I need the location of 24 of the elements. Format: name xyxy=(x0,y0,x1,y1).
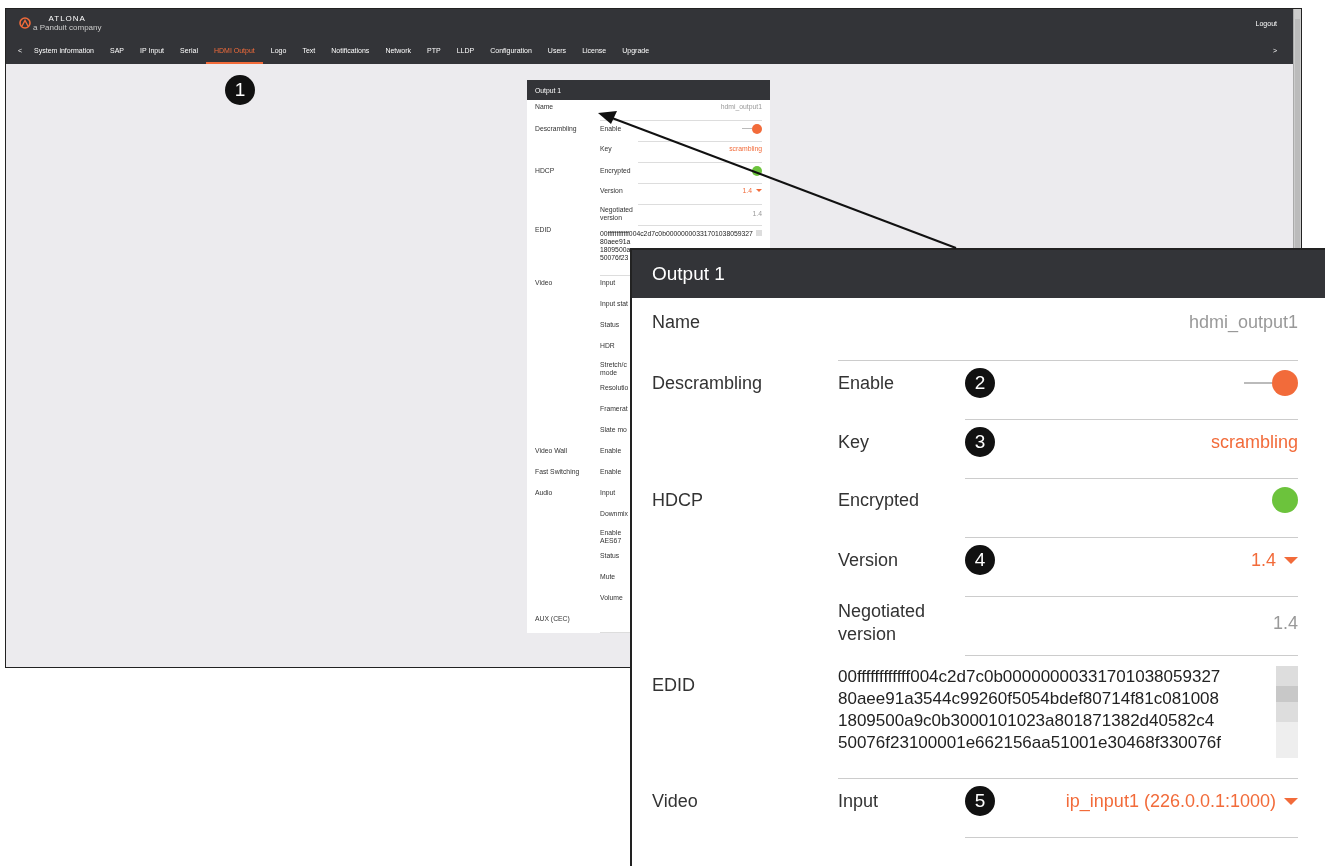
step-badge: 2 xyxy=(965,368,995,398)
field-value: hdmi_output1 xyxy=(1188,311,1298,333)
field-value: 1.4 xyxy=(1272,612,1298,634)
logo-wordmark: ATLONA xyxy=(48,14,86,23)
group-label: Name xyxy=(652,310,701,334)
edid-line: 00ffffffffffff004c2d7c0b00000000331701038059327 xyxy=(838,666,1222,688)
field-label: Input xyxy=(838,789,880,813)
edid-line: 1809500a9c0b3000101023a801871382d40582c4 xyxy=(838,710,1216,732)
field-label: Key xyxy=(838,430,871,454)
step-badge: 3 xyxy=(965,427,995,457)
step-badge: 4 xyxy=(965,545,995,575)
group-label: Video xyxy=(652,789,699,813)
logo-tagline: a Panduit company xyxy=(33,23,102,32)
field-label: Enable xyxy=(838,371,896,395)
group-label: EDID xyxy=(652,674,696,697)
edid-line: 80aee91a3544c99260f5054bdef80714f81c081008 xyxy=(838,688,1220,710)
field-label: Encrypted xyxy=(838,488,921,512)
step-badge: 5 xyxy=(965,786,995,816)
edid-line: 50076f23100001e662156aa51001e30468f330076f xyxy=(838,732,1222,754)
panel-title: Output 1 xyxy=(652,263,725,285)
group-label: HDCP xyxy=(652,488,704,512)
field-label: Version xyxy=(838,548,900,572)
field-label: Negotiated version xyxy=(838,600,927,646)
group-label: Descrambling xyxy=(652,371,764,395)
